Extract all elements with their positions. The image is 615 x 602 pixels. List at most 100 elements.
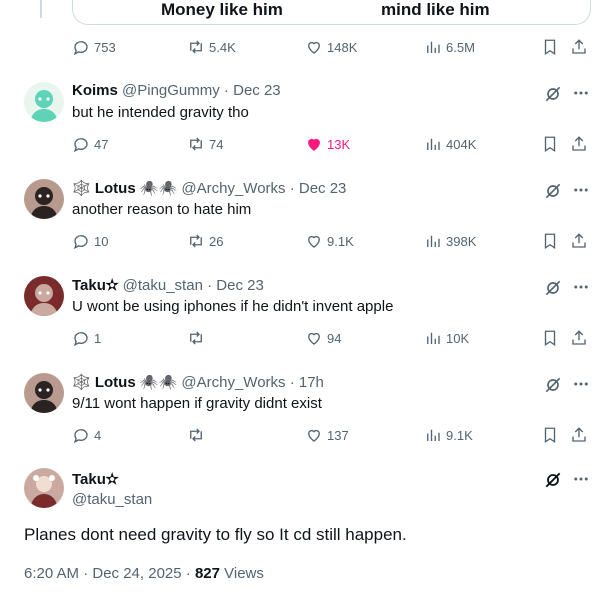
like-button[interactable]: 13K <box>305 135 350 153</box>
share-button[interactable] <box>570 232 588 250</box>
views-button[interactable]: 398K <box>424 232 476 250</box>
bookmark-button[interactable] <box>541 329 559 347</box>
repost-button[interactable]: 26 <box>187 232 223 250</box>
meme-caption-left: Money like him <box>161 0 283 19</box>
like-button[interactable]: 137 <box>305 426 349 444</box>
avatar[interactable] <box>24 468 64 508</box>
more-options-icon[interactable] <box>572 278 590 296</box>
author-name[interactable]: Koims <box>72 82 118 99</box>
repost-count: 74 <box>209 136 224 152</box>
reply-count: 1 <box>94 330 102 346</box>
tweet-meta: 6:20 AM · Dec 24, 2025 · 827 Views <box>24 565 264 582</box>
author-handle[interactable]: @Archy_Works <box>181 180 285 197</box>
like-button[interactable]: 148K <box>305 38 357 56</box>
grok-icon[interactable] <box>543 84 563 104</box>
repost-button[interactable]: 5.4K <box>187 38 236 56</box>
tweet-timestamp[interactable]: 6:20 AM · Dec 24, 2025 · <box>24 565 195 582</box>
views-label: Views <box>219 565 264 582</box>
like-button[interactable]: 94 <box>305 329 341 347</box>
share-icon <box>572 233 586 248</box>
reply-tweet[interactable]: 🕸️ Lotus 🕷️🕷️ @Archy_Works · 17h 9/11 wo… <box>0 373 615 470</box>
repost-button[interactable] <box>187 426 209 444</box>
author-handle[interactable]: @Archy_Works <box>181 374 285 391</box>
reply-text: U wont be using iphones if he didn't inv… <box>72 298 394 315</box>
views-count: 6.5M <box>446 39 475 55</box>
more-options-icon[interactable] <box>572 470 590 488</box>
views-number[interactable]: 827 <box>195 565 220 582</box>
reply-icon <box>73 235 88 250</box>
reply-button[interactable]: 10 <box>72 232 108 250</box>
views-button[interactable]: 6.5M <box>424 38 475 56</box>
grok-icon[interactable] <box>543 375 563 395</box>
reply-tweet[interactable]: Taku✫ @taku_stan · Dec 23 U wont be usin… <box>0 276 615 373</box>
reply-header: 🕸️ Lotus 🕷️🕷️ @Archy_Works · 17h <box>72 373 324 391</box>
bookmark-button[interactable] <box>541 232 559 250</box>
avatar[interactable] <box>24 373 64 413</box>
views-button[interactable]: 9.1K <box>424 426 473 444</box>
author-handle[interactable]: @taku_stan <box>123 277 203 294</box>
post-time[interactable]: 17h <box>299 374 324 391</box>
badge-emoji: 🕸️ <box>72 374 91 391</box>
bookmark-button[interactable] <box>541 38 559 56</box>
post-time[interactable]: Dec 23 <box>216 277 264 294</box>
reply-count: 47 <box>94 136 109 152</box>
repost-button[interactable]: 74 <box>187 135 223 153</box>
reply-tweet[interactable]: 🕸️ Lotus 🕷️🕷️ @Archy_Works · Dec 23 anot… <box>0 179 615 276</box>
bookmark-button[interactable] <box>541 135 559 153</box>
reply-button[interactable]: 1 <box>72 329 101 347</box>
author-handle[interactable]: @PingGummy <box>122 82 220 99</box>
share-button[interactable] <box>570 329 588 347</box>
heart-icon <box>308 332 320 345</box>
repost-count: 26 <box>209 233 224 249</box>
tweet-actions: 753 5.4K 148K 6.5M <box>72 38 592 58</box>
reply-text: 9/11 wont happen if gravity didnt exist <box>72 395 322 412</box>
views-button[interactable]: 404K <box>424 135 476 153</box>
like-count: 13K <box>327 136 351 152</box>
bookmark-button[interactable] <box>541 426 559 444</box>
tweet-actions: 10 26 9.1K 398K <box>72 232 592 252</box>
avatar[interactable] <box>24 82 64 122</box>
post-time[interactable]: Dec 23 <box>233 82 281 99</box>
share-button[interactable] <box>570 135 588 153</box>
avatar[interactable] <box>24 179 64 219</box>
author-name[interactable]: Lotus <box>95 374 136 391</box>
like-button[interactable]: 9.1K <box>305 232 354 250</box>
author-name[interactable]: Lotus <box>95 180 136 197</box>
post-time[interactable]: Dec 23 <box>299 180 347 197</box>
reply-header: Koims @PingGummy · Dec 23 <box>72 82 281 99</box>
bookmark-icon <box>544 233 556 250</box>
author-handle[interactable]: @taku_stan <box>72 491 152 508</box>
more-options-icon[interactable] <box>572 181 590 199</box>
meme-caption-right: mind like him <box>381 0 490 19</box>
grok-icon[interactable] <box>543 278 563 298</box>
focused-tweet: Taku✫ @taku_stan Planes dont need gravit… <box>0 468 615 602</box>
reply-icon <box>73 41 88 56</box>
reply-button[interactable]: 47 <box>72 135 108 153</box>
more-options-icon[interactable] <box>572 84 590 102</box>
reply-icon <box>73 138 88 153</box>
avatar[interactable] <box>24 276 64 316</box>
name-emoji: 🕷️🕷️ <box>139 374 178 391</box>
repost-button[interactable] <box>187 329 209 347</box>
views-icon <box>427 41 440 53</box>
share-icon <box>572 427 586 442</box>
thread-line <box>40 0 42 18</box>
grok-icon[interactable] <box>543 470 563 490</box>
views-icon <box>427 332 440 344</box>
tweet-actions: 4 137 9.1K <box>72 426 592 446</box>
views-button[interactable]: 10K <box>424 329 469 347</box>
quoted-image-card[interactable]: Money like him mind like him <box>72 0 591 25</box>
heart-icon <box>308 138 320 151</box>
share-button[interactable] <box>570 38 588 56</box>
grok-icon[interactable] <box>543 181 563 201</box>
reply-button[interactable]: 753 <box>72 38 116 56</box>
bookmark-icon <box>544 330 556 347</box>
repost-icon <box>190 331 202 345</box>
reply-tweet[interactable]: Koims @PingGummy · Dec 23 but he intende… <box>0 82 615 179</box>
author-name[interactable]: Taku✫ <box>72 277 118 294</box>
more-options-icon[interactable] <box>572 375 590 393</box>
author-name[interactable]: Taku✫ <box>72 470 118 488</box>
share-button[interactable] <box>570 426 588 444</box>
reply-button[interactable]: 4 <box>72 426 101 444</box>
bookmark-icon <box>544 427 556 444</box>
